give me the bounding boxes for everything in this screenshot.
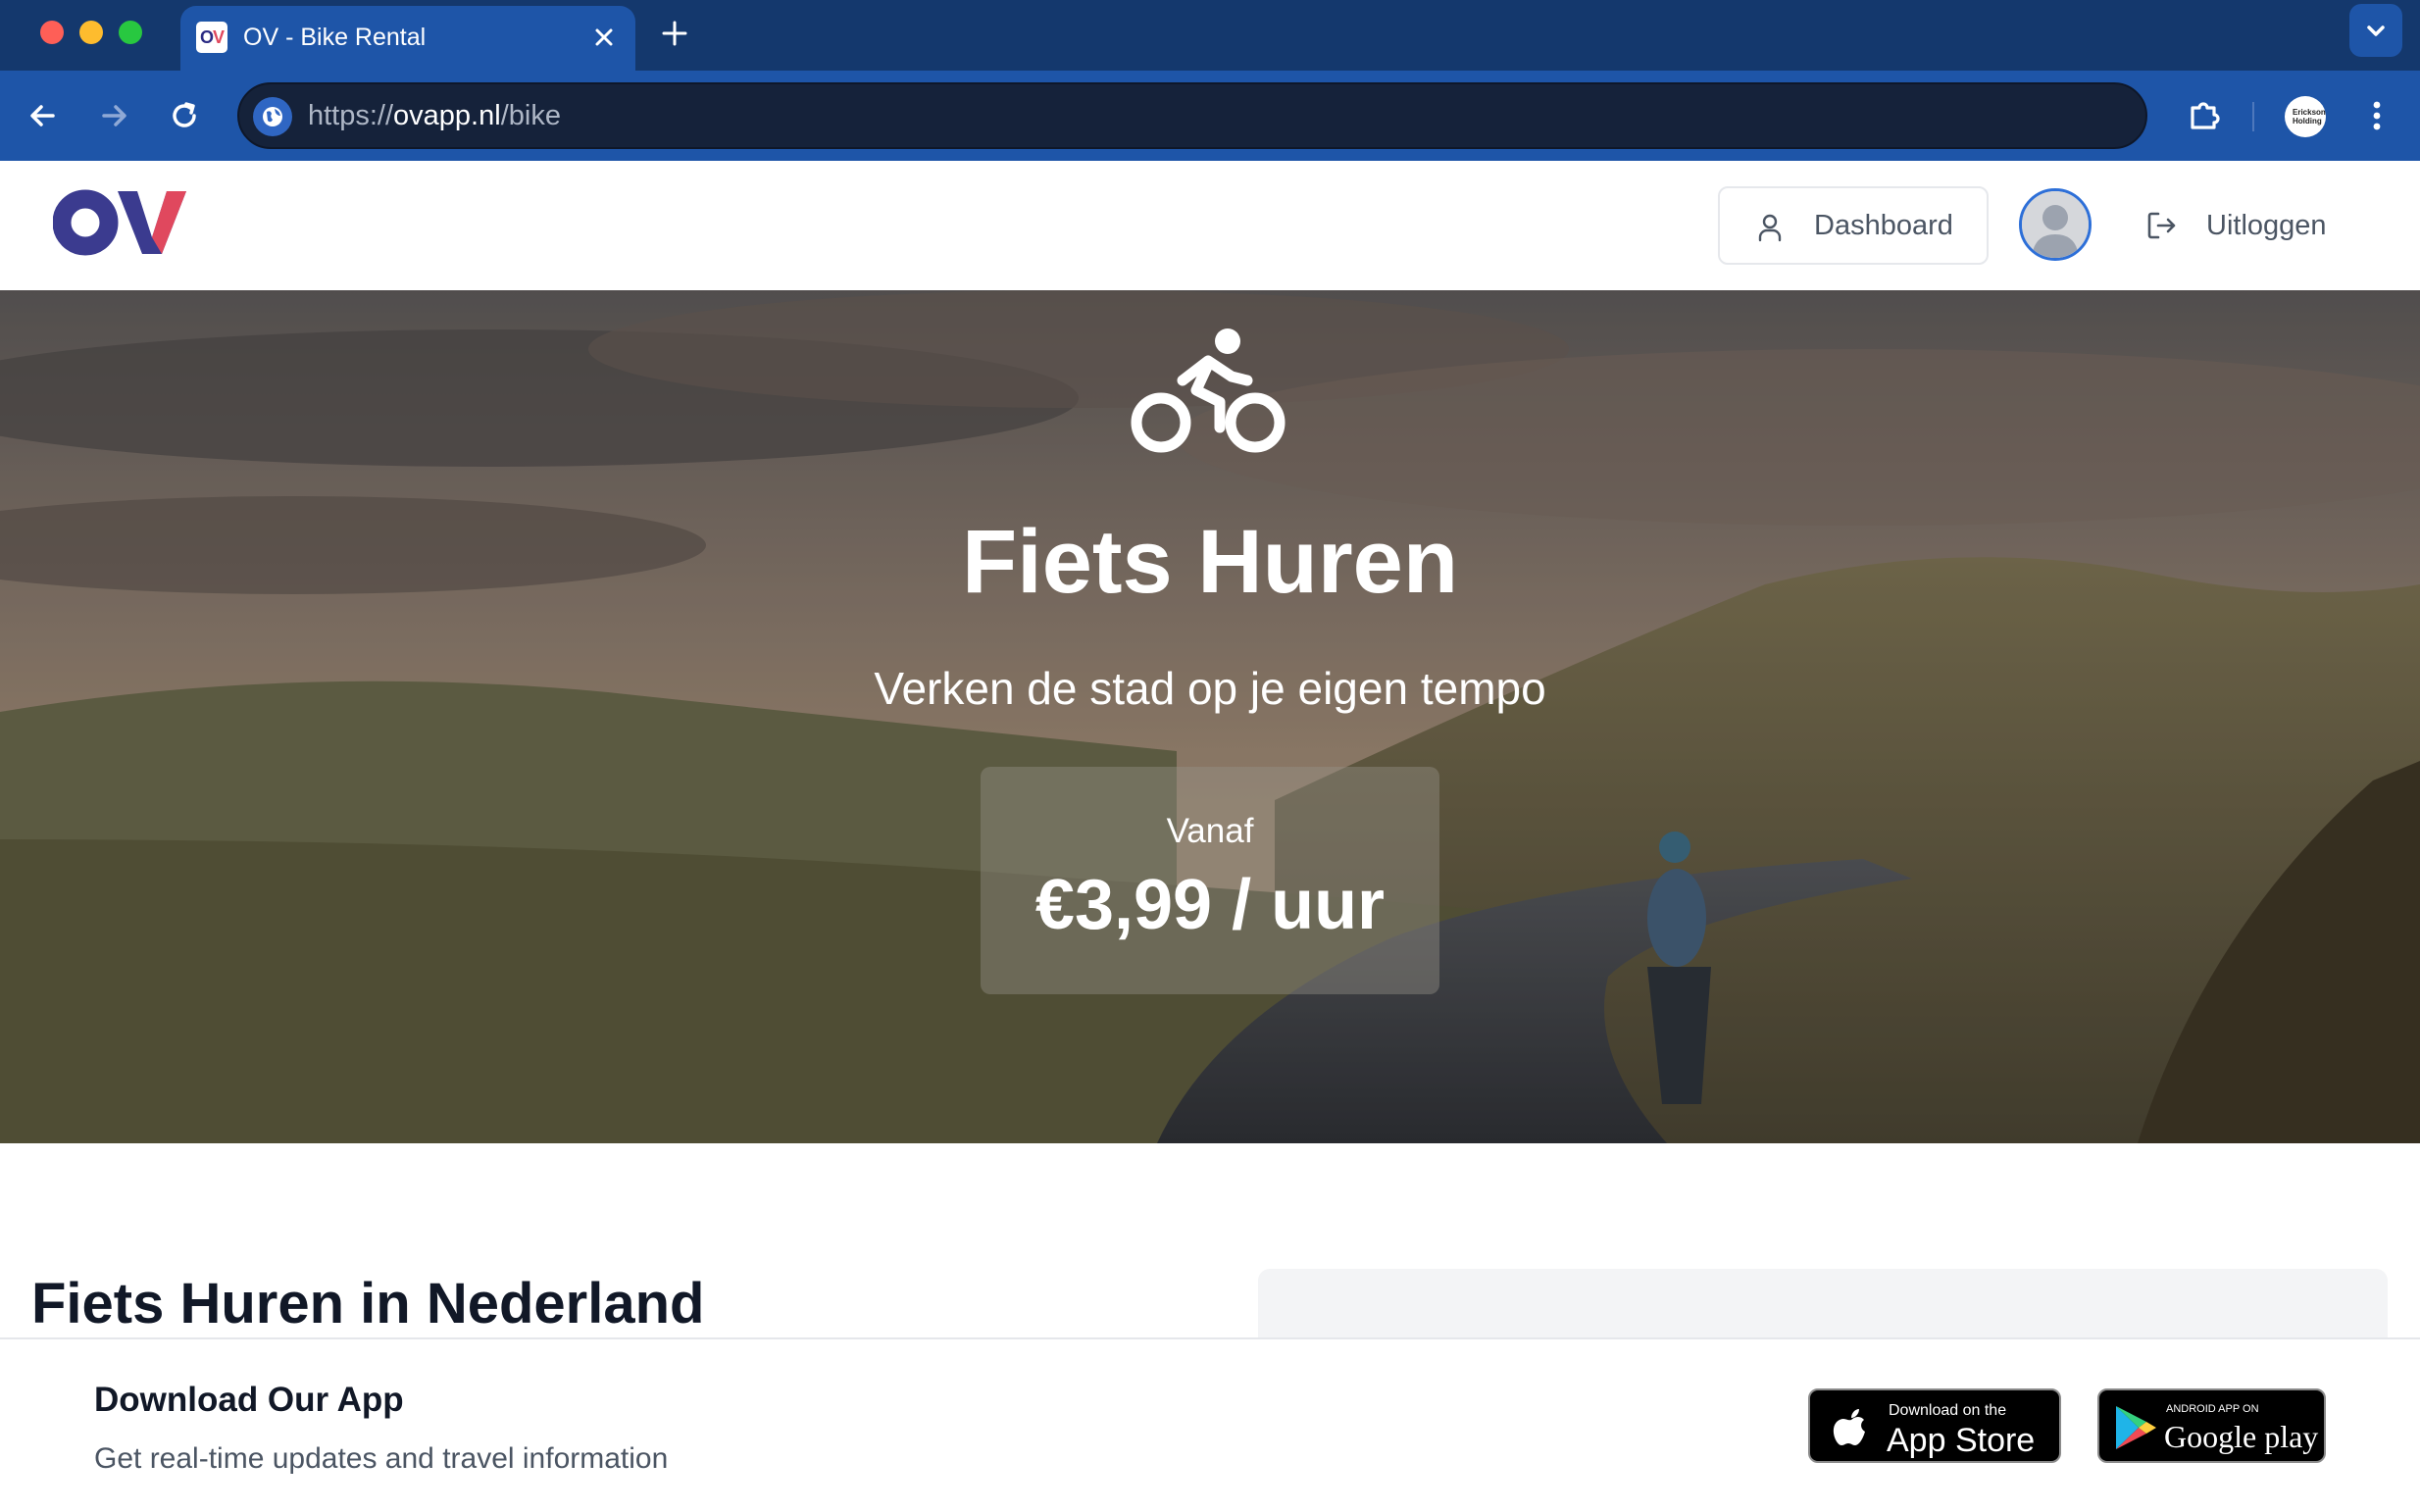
bicycle-icon xyxy=(1131,328,1286,453)
browser-toolbar: https://ovapp.nl/bike Erickson Holding xyxy=(0,71,2420,161)
appstore-big-text: App Store xyxy=(1887,1422,2036,1459)
logout-icon xyxy=(2143,208,2179,243)
price-label: Vanaf xyxy=(1166,812,1254,850)
googleplay-small-text: ANDROID APP ON xyxy=(2166,1403,2259,1415)
browser-menu-kebab-icon[interactable] xyxy=(2357,92,2396,139)
google-play-badge[interactable]: ANDROID APP ON Google play xyxy=(2097,1388,2326,1463)
tab-favicon-icon: OV xyxy=(196,22,227,53)
tab-search-chevron-down-icon[interactable] xyxy=(2349,4,2402,57)
appstore-small-text: Download on the xyxy=(1889,1402,2007,1419)
window-close-button[interactable] xyxy=(40,21,64,44)
logout-label: Uitloggen xyxy=(2206,210,2327,241)
browser-tab-active[interactable]: OV OV - Bike Rental xyxy=(180,6,635,71)
tab-title: OV - Bike Rental xyxy=(243,24,427,51)
googleplay-big-text: Google play xyxy=(2164,1419,2319,1454)
site-info-globe-icon[interactable] xyxy=(253,97,292,136)
window-maximize-button[interactable] xyxy=(119,21,142,44)
user-avatar[interactable] xyxy=(2019,188,2092,261)
ov-logo[interactable] xyxy=(53,188,186,257)
url-text: https://ovapp.nl/bike xyxy=(308,100,561,131)
banner-subtitle: Get real-time updates and travel informa… xyxy=(94,1442,669,1475)
dashboard-button[interactable]: Dashboard xyxy=(1718,186,1989,265)
apple-logo-icon xyxy=(1833,1409,1865,1445)
logout-button[interactable]: Uitloggen xyxy=(2140,186,2355,265)
hero-title: Fiets Huren xyxy=(961,512,1459,612)
app-download-banner: Download Our App Get real-time updates a… xyxy=(0,1337,2420,1512)
back-arrow-icon[interactable] xyxy=(20,92,67,139)
browser-tab-bar: OV OV - Bike Rental xyxy=(0,0,2420,71)
price-card: Vanaf €3,99 / uur xyxy=(981,767,1439,994)
browser-profile-avatar[interactable]: Erickson Holding xyxy=(2285,96,2326,137)
address-bar[interactable]: https://ovapp.nl/bike xyxy=(237,82,2147,149)
user-icon xyxy=(1753,211,1787,244)
reload-icon[interactable] xyxy=(161,92,208,139)
hero-subtitle: Verken de stad op je eigen tempo xyxy=(874,663,1546,714)
google-play-logo-icon xyxy=(2116,1406,2156,1449)
dashboard-label: Dashboard xyxy=(1814,210,1953,241)
hero-section: Fiets Huren Verken de stad op je eigen t… xyxy=(0,290,2420,1143)
price-value: €3,99 / uur xyxy=(1034,866,1386,944)
forward-arrow-icon[interactable] xyxy=(90,92,137,139)
extensions-puzzle-icon[interactable] xyxy=(2181,92,2228,139)
app-store-badge[interactable]: Download on the App Store xyxy=(1808,1388,2061,1463)
window-minimize-button[interactable] xyxy=(79,21,103,44)
site-header: Dashboard Uitloggen xyxy=(0,161,2420,290)
toolbar-divider xyxy=(2252,102,2254,131)
tab-close-icon[interactable] xyxy=(586,20,622,55)
banner-title: Download Our App xyxy=(94,1381,404,1419)
section-title: Fiets Huren in Nederland xyxy=(31,1272,705,1336)
new-tab-plus-icon[interactable] xyxy=(655,14,694,53)
